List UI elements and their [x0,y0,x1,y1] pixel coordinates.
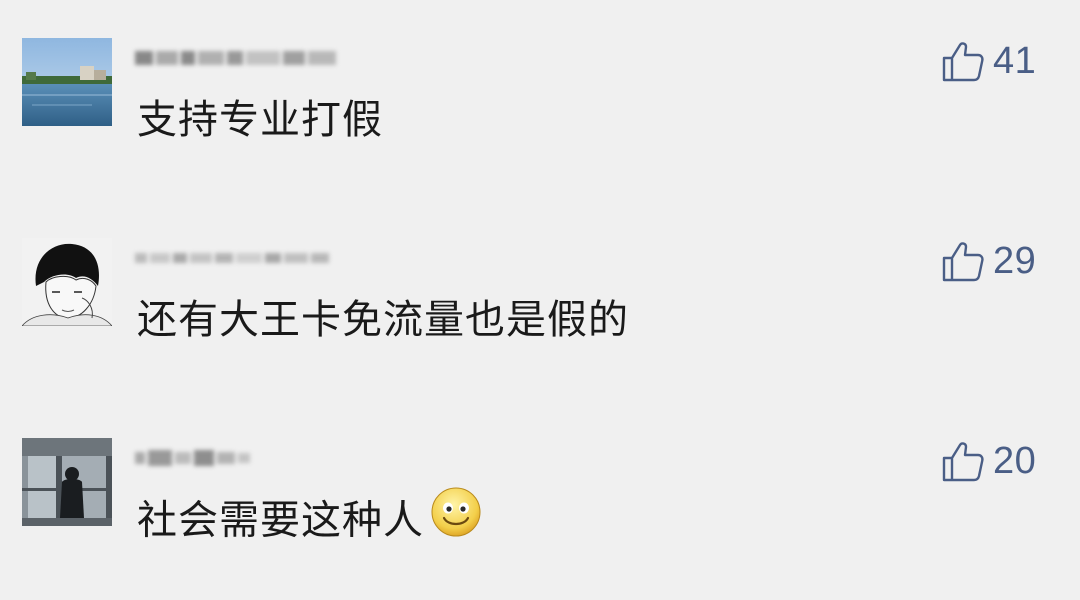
thumbs-up-icon [942,42,984,82]
like-button[interactable]: 29 [941,238,1036,284]
username-blurred[interactable] [135,44,336,72]
comment-text-content: 支持专业打假 [137,97,383,143]
comment-item: 还有大王卡免流量也是假的 29 [0,200,1080,400]
thumbs-up-icon [942,442,984,482]
comment-item: 支持专业打假 41 [0,0,1080,200]
smile-emoji-icon [430,486,482,551]
comment-text: 还有大王卡免流量也是假的 [137,294,629,346]
comment-text: 支持专业打假 [137,94,383,146]
like-count: 20 [993,439,1037,482]
avatar[interactable] [22,38,112,126]
like-count: 41 [993,39,1037,82]
comment-text: 社会需要这种人 [137,487,482,551]
username-blurred[interactable] [135,444,250,472]
avatar[interactable] [22,438,112,526]
comment-text-content: 社会需要这种人 [137,497,424,544]
comment-item: 社会需要这种人 20 [0,400,1080,600]
like-count: 29 [993,239,1037,282]
like-button[interactable]: 41 [941,38,1036,84]
username-blurred[interactable] [135,244,329,272]
like-button[interactable]: 20 [941,438,1036,484]
thumbs-up-icon [942,242,984,282]
comment-text-content: 还有大王卡免流量也是假的 [137,297,629,343]
avatar[interactable] [22,238,112,326]
